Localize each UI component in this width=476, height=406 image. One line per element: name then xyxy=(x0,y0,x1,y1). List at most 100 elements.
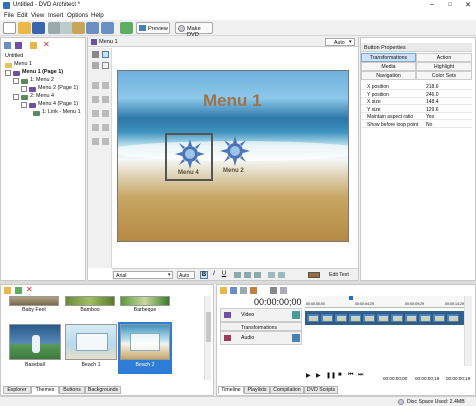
minimize-button[interactable]: – xyxy=(425,1,439,10)
align-bottom-icon[interactable] xyxy=(102,110,109,117)
properties-tab-navigation[interactable]: Navigation xyxy=(361,71,416,80)
italic-button[interactable]: I xyxy=(210,271,218,279)
editor-tab[interactable]: Menu 1 xyxy=(99,39,118,45)
menu-button-menu4[interactable]: Menu 4 xyxy=(165,133,213,181)
move-tool-icon[interactable] xyxy=(92,62,99,69)
undo-icon[interactable] xyxy=(86,22,99,34)
theme-label[interactable]: Baby Feet xyxy=(9,307,59,313)
property-row-y-position[interactable]: Y position 246.0 xyxy=(361,90,472,98)
new-icon[interactable] xyxy=(3,22,16,34)
play-icon[interactable] xyxy=(120,22,133,34)
timeline-scrollbar[interactable] xyxy=(464,296,472,366)
tab-buttons[interactable]: Buttons xyxy=(59,386,85,394)
underline-button[interactable]: U xyxy=(220,271,228,279)
tree-item[interactable]: Menu 2 (Page 1) xyxy=(21,85,85,93)
timeline-zoom-icon[interactable] xyxy=(280,287,287,294)
track-header-video[interactable]: Video xyxy=(220,308,302,322)
close-button[interactable]: ✕ xyxy=(461,1,475,10)
tab-playlists[interactable]: Playlists xyxy=(244,386,270,394)
theme-label[interactable]: Beach 2 xyxy=(120,362,170,368)
tree-item[interactable]: Menu 1 (Page 1) xyxy=(5,69,85,77)
timeline-ruler[interactable]: 00:00:00;00 00:00:04;29 00:00:09;29 00:0… xyxy=(305,296,465,308)
make-dvd-button[interactable]: Make DVD xyxy=(175,22,213,38)
theme-label[interactable]: Barbeque xyxy=(120,307,170,313)
align-top-icon[interactable] xyxy=(102,82,109,89)
expand-icon[interactable] xyxy=(21,86,27,92)
grid-tool-icon[interactable] xyxy=(102,51,109,58)
tab-themes[interactable]: Themes xyxy=(31,386,59,394)
timeline-marker-icon[interactable] xyxy=(250,287,257,294)
size-select[interactable]: Auto xyxy=(177,271,195,279)
same-width-icon[interactable] xyxy=(92,124,99,131)
property-row-x-size[interactable]: X size 148.4 xyxy=(361,98,472,106)
tab-dvd-scripts[interactable]: DVD Scripts xyxy=(304,386,338,394)
bold-button[interactable]: B xyxy=(200,271,208,279)
align-left-text-icon[interactable] xyxy=(234,272,241,278)
property-row-y-size[interactable]: Y size 129.6 xyxy=(361,105,472,113)
same-height-icon[interactable] xyxy=(102,124,109,131)
theme-delete-icon[interactable]: ✕ xyxy=(26,286,34,294)
property-row-aspect-ratio[interactable]: Maintain aspect ratio Yes xyxy=(361,113,472,121)
collapse-icon[interactable] xyxy=(21,102,27,108)
theme-thumbnail-bamboo[interactable] xyxy=(65,296,115,306)
safe-area-icon[interactable] xyxy=(102,62,109,69)
tab-backgrounds[interactable]: Backgrounds xyxy=(85,386,121,394)
font-select[interactable]: Arial ▾ xyxy=(113,271,173,279)
select-tool-icon[interactable] xyxy=(92,51,99,58)
theme-thumbnail-beach-2[interactable] xyxy=(120,324,170,360)
align-left-icon[interactable] xyxy=(92,82,99,89)
timeline-add-icon[interactable] xyxy=(230,287,237,294)
properties-tab-action[interactable]: Action xyxy=(416,53,472,62)
align-center-icon[interactable] xyxy=(92,96,99,103)
tree-item[interactable]: Menu 4 (Page 1) xyxy=(21,101,85,109)
align-right-text-icon[interactable] xyxy=(254,272,261,278)
collapse-icon[interactable] xyxy=(13,78,19,84)
distribute-v-icon[interactable] xyxy=(102,138,109,145)
distribute-h-icon[interactable] xyxy=(92,138,99,145)
menu-canvas[interactable]: Menu 1 Menu 4 Menu 2 xyxy=(117,70,349,242)
tree-item[interactable]: Untitled xyxy=(5,53,85,61)
timeline-cut-icon[interactable] xyxy=(240,287,247,294)
theme-thumbnail-baby-feet[interactable] xyxy=(9,296,59,306)
zoom-select[interactable]: Auto ▾ xyxy=(325,38,355,46)
property-row-x-position[interactable]: X position 218.6 xyxy=(361,83,472,91)
pause-icon[interactable]: ❚❚ xyxy=(326,372,336,379)
theme-thumbnail-beach-1[interactable] xyxy=(65,324,117,360)
theme-thumbnail-baseball[interactable] xyxy=(9,324,61,360)
paste-icon[interactable] xyxy=(72,22,85,34)
theme-label[interactable]: Bamboo xyxy=(65,307,115,313)
theme-thumbnail-barbeque[interactable] xyxy=(120,296,170,306)
menu-title[interactable]: Menu 1 xyxy=(203,91,262,111)
tab-compilation[interactable]: Compilation xyxy=(270,386,304,394)
properties-tab-transformations[interactable]: Transformations xyxy=(361,53,416,62)
up-icon[interactable] xyxy=(4,42,11,49)
save-icon[interactable] xyxy=(32,22,45,34)
properties-tab-media[interactable]: Media xyxy=(361,62,416,71)
menu-help[interactable]: Help xyxy=(91,12,104,19)
delete-icon[interactable]: ✕ xyxy=(43,41,51,49)
track-header-transformations[interactable]: Transformations xyxy=(220,322,302,331)
text-color-swatch[interactable] xyxy=(308,272,320,278)
theme-label[interactable]: Baseball xyxy=(9,362,61,368)
preview-button[interactable]: Preview xyxy=(136,22,170,34)
scrollbar-thumb[interactable] xyxy=(206,312,211,342)
add-icon[interactable] xyxy=(15,42,22,49)
tree-item[interactable]: 1: Menu 2 xyxy=(13,77,85,85)
property-row-show-before-loop[interactable]: Show before loop point No xyxy=(361,120,472,128)
audio-track-menu-icon[interactable] xyxy=(292,334,300,342)
timeline-snap-icon[interactable] xyxy=(220,287,227,294)
collapse-icon[interactable] xyxy=(13,94,19,100)
video-track-menu-icon[interactable] xyxy=(292,311,300,319)
tree-item[interactable]: Menu 1 xyxy=(5,61,85,69)
tab-timeline[interactable]: Timeline xyxy=(218,386,244,394)
text-style-icon[interactable] xyxy=(278,272,285,278)
align-center-text-icon[interactable] xyxy=(244,272,251,278)
new-menu-icon[interactable] xyxy=(30,42,37,49)
properties-tab-color-sets[interactable]: Color Sets xyxy=(416,71,472,80)
menu-view[interactable]: View xyxy=(31,12,44,19)
track-header-audio[interactable]: Audio xyxy=(220,331,302,345)
menu-options[interactable]: Options xyxy=(67,12,88,19)
record-icon[interactable]: ▶ xyxy=(306,372,311,379)
menu-insert[interactable]: Insert xyxy=(48,12,63,19)
collapse-icon[interactable] xyxy=(5,70,11,76)
